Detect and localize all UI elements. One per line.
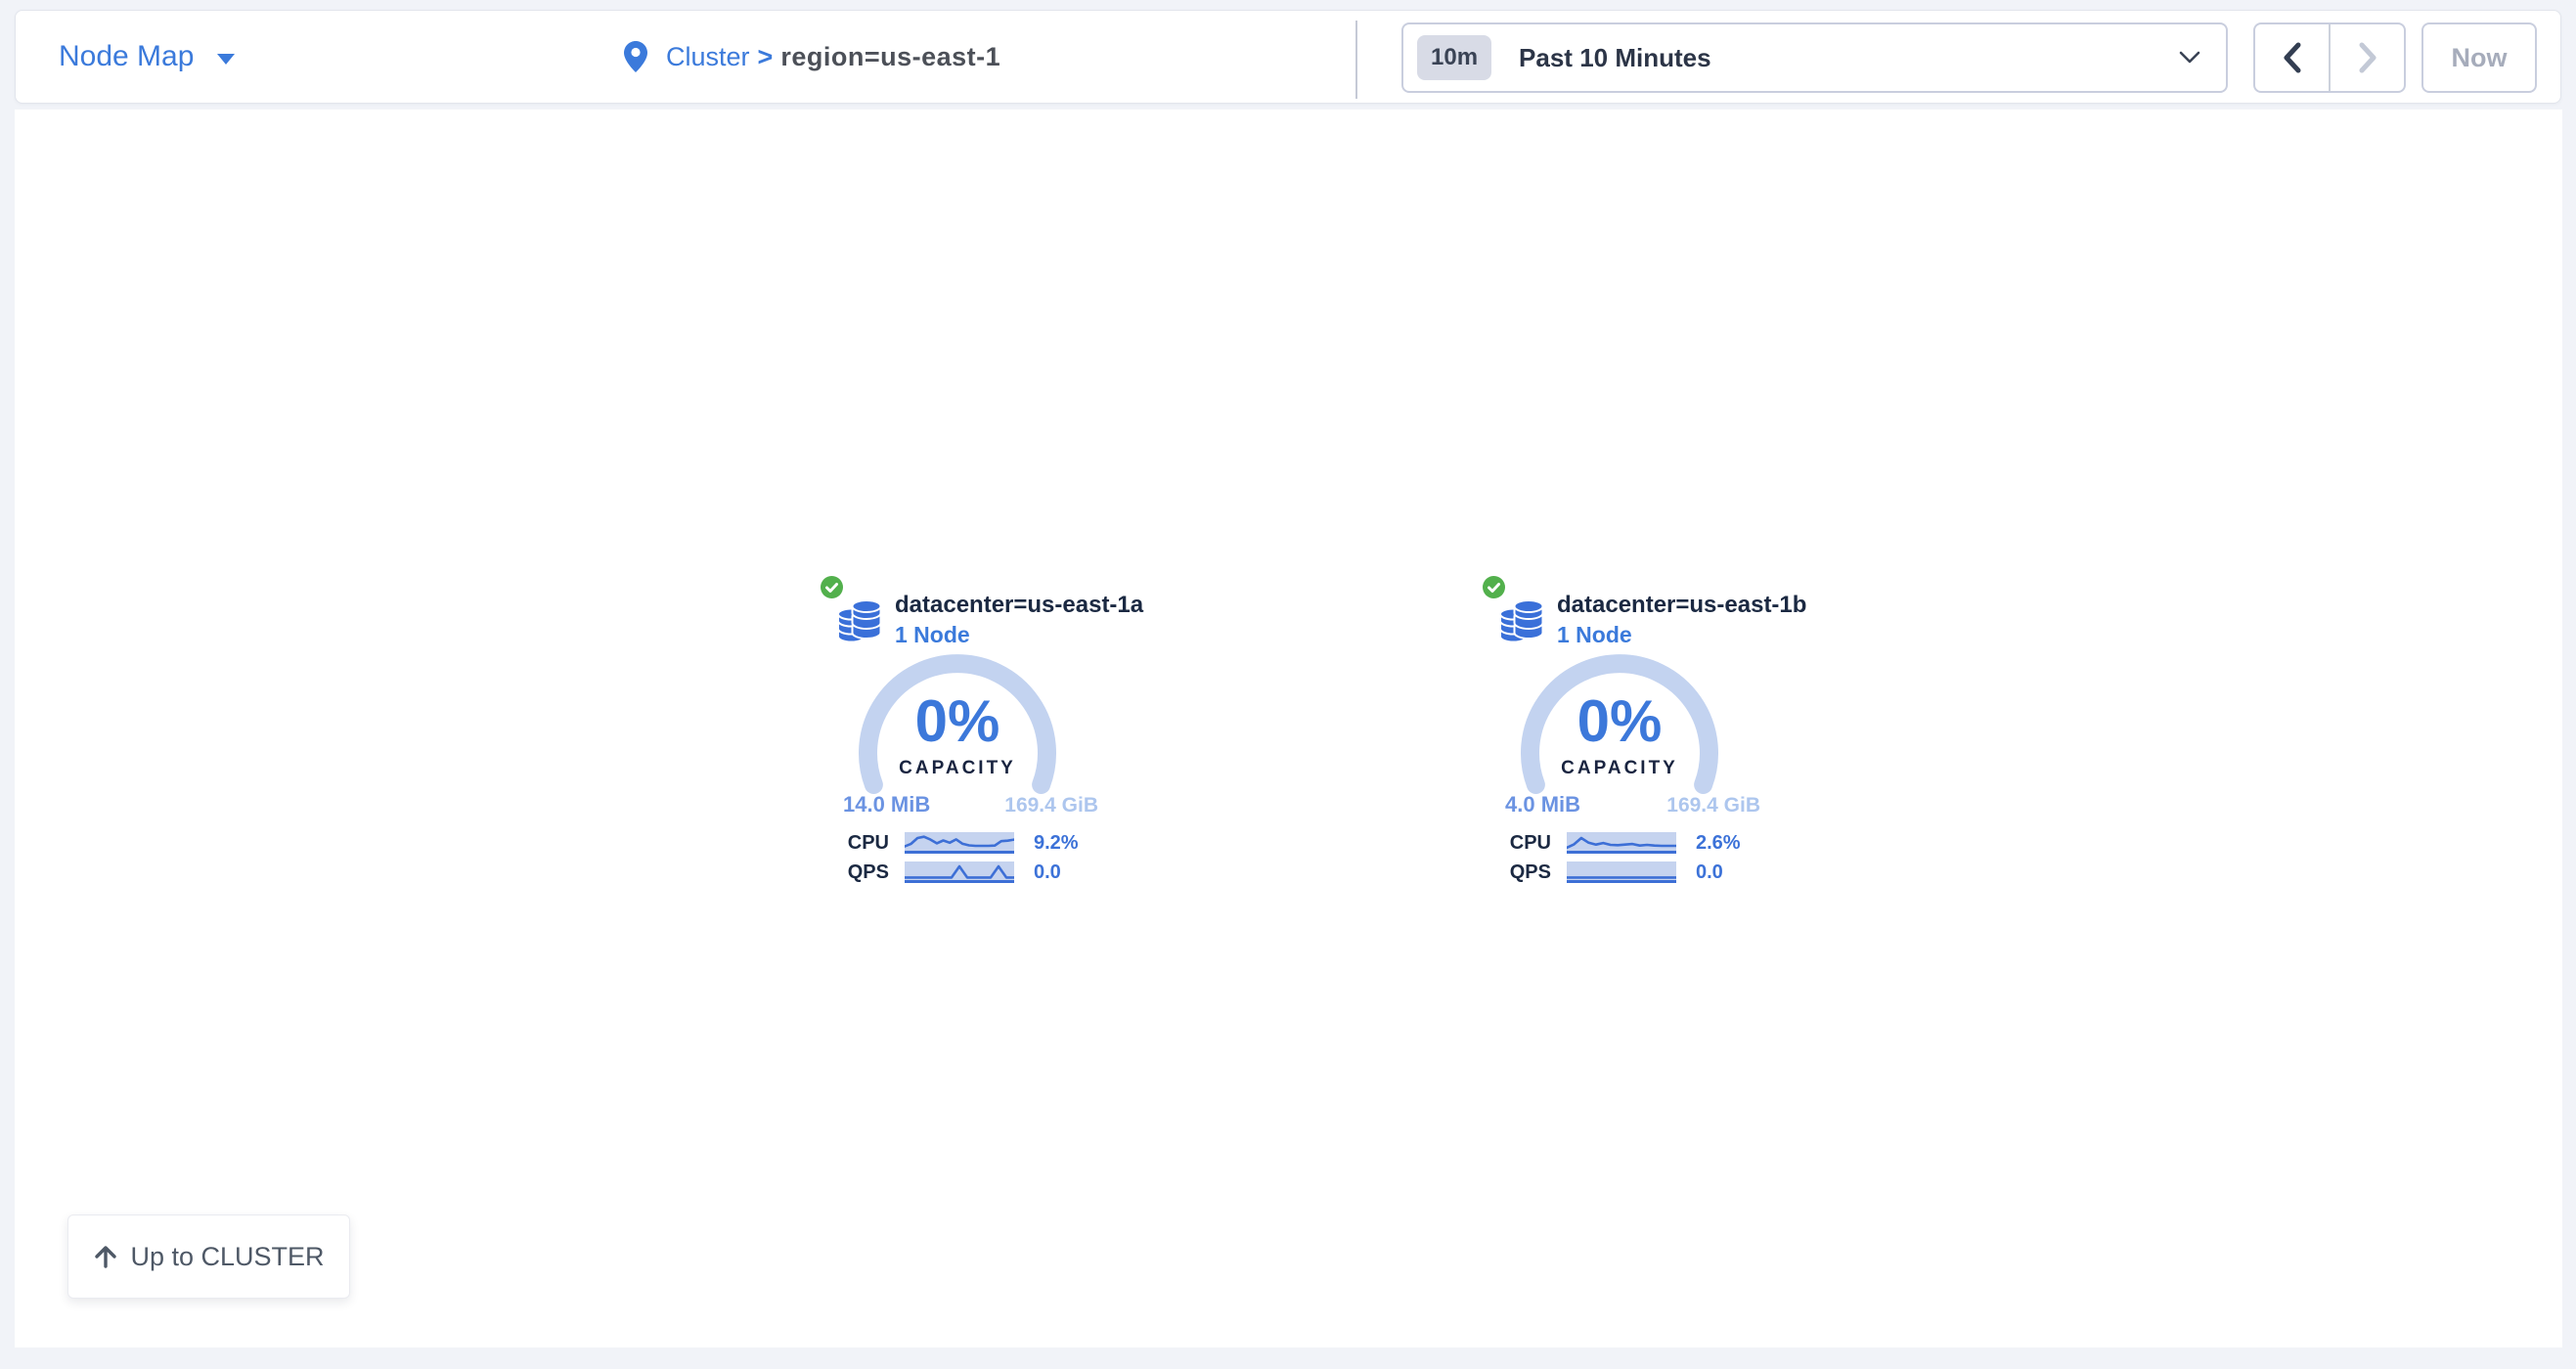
database-icon <box>1498 595 1544 642</box>
top-toolbar: Node Map Cluster > region=us-east-1 10m … <box>15 10 2561 104</box>
caret-down-icon <box>217 54 235 65</box>
metric-value: 2.6% <box>1696 832 1741 855</box>
capacity-label: CAPACITY <box>899 759 1016 778</box>
time-next-button[interactable] <box>2329 24 2404 91</box>
datacenter-name: datacenter=us-east-1b <box>1557 592 1806 619</box>
breadcrumb-separator: > <box>758 42 774 72</box>
time-prev-button[interactable] <box>2255 24 2329 91</box>
time-range-badge: 10m <box>1417 35 1491 80</box>
chevron-down-icon <box>2179 51 2200 65</box>
capacity-total: 169.4 GiB <box>1004 794 1098 817</box>
view-mode-dropdown[interactable]: Node Map <box>59 11 235 103</box>
metric-row: QPS 0.0 <box>1483 861 1723 883</box>
location-pin-icon <box>623 40 648 73</box>
now-button[interactable]: Now <box>2421 22 2537 93</box>
metric-row: QPS 0.0 <box>821 861 1061 883</box>
capacity-total: 169.4 GiB <box>1666 794 1760 817</box>
chevron-right-icon <box>2358 42 2377 73</box>
chevron-left-icon <box>2283 42 2302 73</box>
cpu-sparkline <box>1567 832 1676 854</box>
metric-label: QPS <box>1483 861 1551 884</box>
metric-row: CPU 2.6% <box>1483 832 1741 854</box>
node-count: 1 Node <box>895 622 970 647</box>
now-button-label: Now <box>2452 43 2508 73</box>
metric-value: 0.0 <box>1696 861 1723 884</box>
header-divider <box>1355 21 1357 99</box>
capacity-percent: 0% <box>1577 690 1663 753</box>
capacity-values: 14.0 MiB 169.4 GiB <box>843 792 1098 817</box>
node-map-canvas: datacenter=us-east-1a 1 Node 0% CAPACITY… <box>15 110 2562 1347</box>
view-mode-label: Node Map <box>59 40 194 73</box>
capacity-used: 4.0 MiB <box>1505 792 1580 817</box>
cpu-sparkline <box>905 832 1014 854</box>
capacity-values: 4.0 MiB 169.4 GiB <box>1505 792 1760 817</box>
node-count: 1 Node <box>1557 622 1632 647</box>
datacenter-name: datacenter=us-east-1a <box>895 592 1143 619</box>
metric-value: 9.2% <box>1034 832 1079 855</box>
time-nav-group <box>2253 22 2406 93</box>
datacenter-card[interactable]: datacenter=us-east-1b 1 Node 0% CAPACITY… <box>1483 576 1778 901</box>
up-to-cluster-button[interactable]: Up to CLUSTER <box>67 1214 350 1299</box>
up-to-cluster-label: Up to CLUSTER <box>130 1242 324 1272</box>
breadcrumb: Cluster > region=us-east-1 <box>623 11 1000 103</box>
metric-row: CPU 9.2% <box>821 832 1079 854</box>
arrow-up-icon <box>93 1244 118 1269</box>
metric-value: 0.0 <box>1034 861 1061 884</box>
database-icon <box>836 595 882 642</box>
breadcrumb-current: region=us-east-1 <box>780 42 1000 72</box>
capacity-used: 14.0 MiB <box>843 792 930 817</box>
capacity-gauge: 0% CAPACITY <box>850 645 1065 861</box>
metric-label: QPS <box>821 861 889 884</box>
datacenter-card[interactable]: datacenter=us-east-1a 1 Node 0% CAPACITY… <box>821 576 1116 901</box>
capacity-label: CAPACITY <box>1561 759 1678 778</box>
capacity-percent: 0% <box>915 690 1000 753</box>
qps-sparkline <box>1567 861 1676 883</box>
time-range-label: Past 10 Minutes <box>1519 43 1711 73</box>
time-range-dropdown[interactable]: 10m Past 10 Minutes <box>1401 22 2228 93</box>
metric-label: CPU <box>1483 832 1551 855</box>
breadcrumb-cluster-link[interactable]: Cluster <box>666 42 750 72</box>
metric-label: CPU <box>821 832 889 855</box>
qps-sparkline <box>905 861 1014 883</box>
capacity-gauge: 0% CAPACITY <box>1512 645 1727 861</box>
